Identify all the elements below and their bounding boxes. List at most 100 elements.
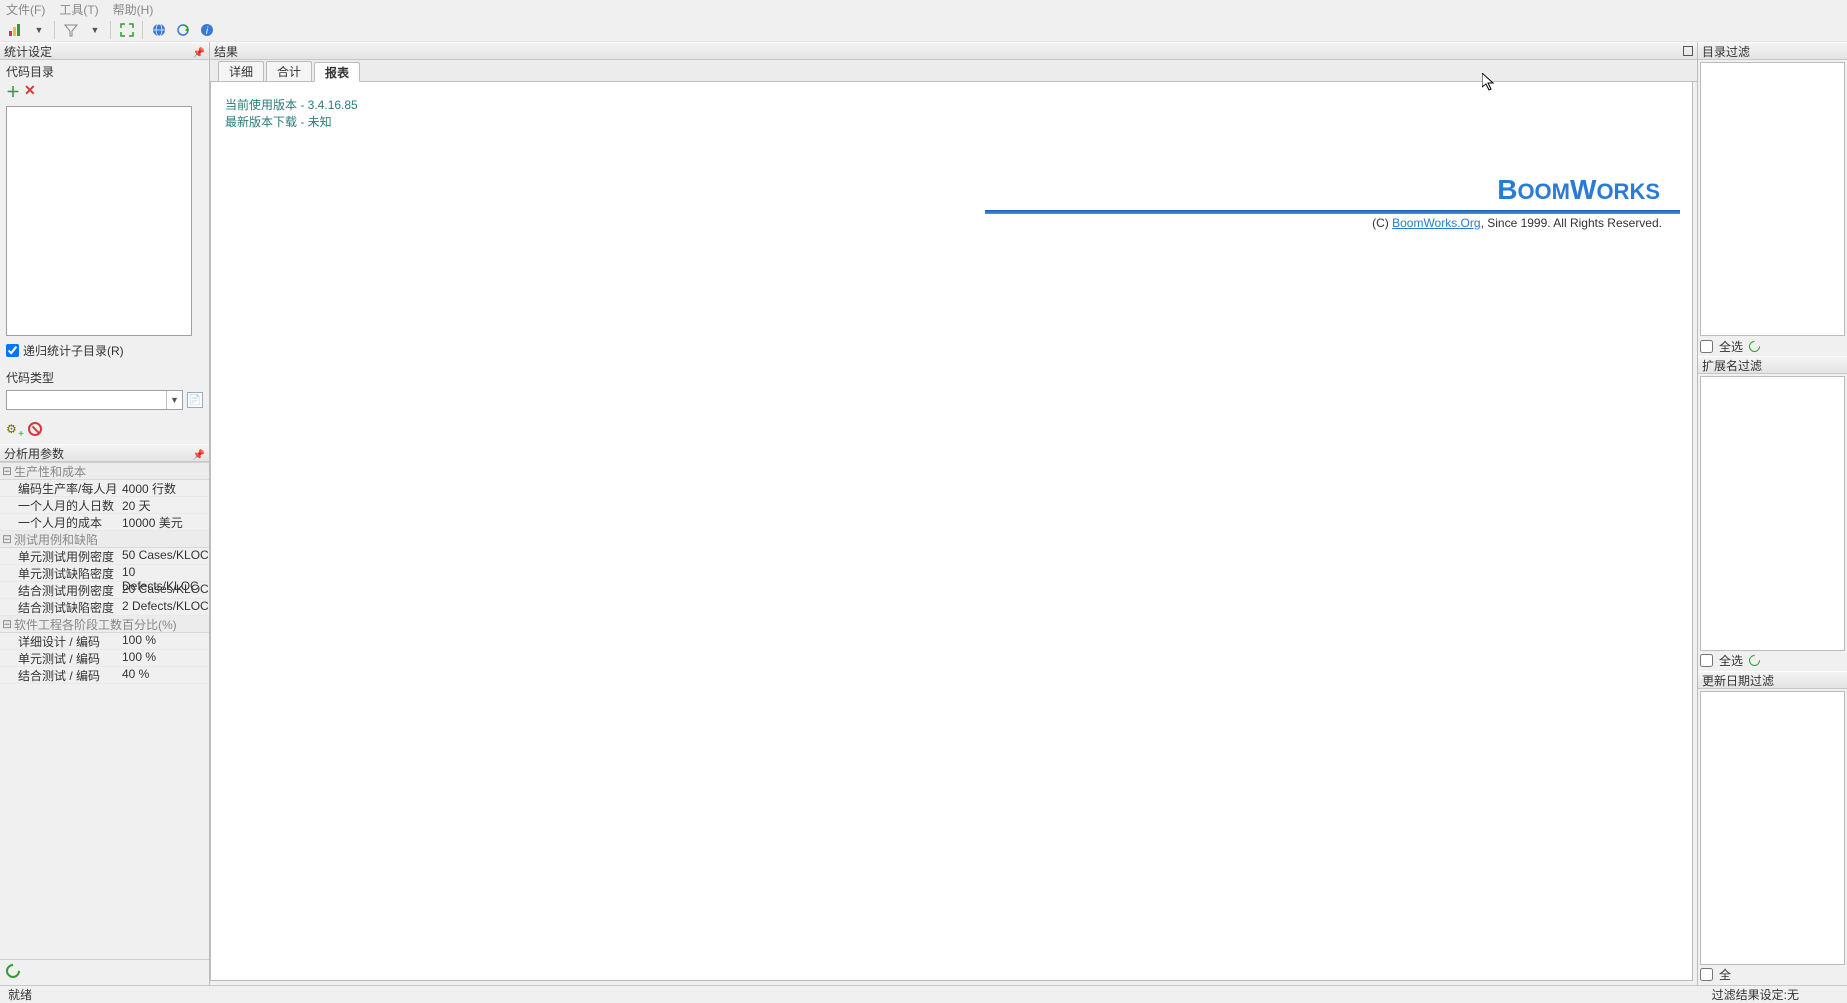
ext-filter-select-all-label: 全选 <box>1719 652 1743 669</box>
menu-bar: 文件(F) 工具(T) 帮助(H) <box>0 0 1847 18</box>
param-row[interactable]: 结合测试用例密度20 Cases/KLOC <box>0 582 209 599</box>
dir-filter-listbox[interactable] <box>1700 62 1845 336</box>
results-tabs: 详细 合计 报表 <box>210 60 1697 82</box>
collapse-icon[interactable]: ⊟ <box>0 617 14 631</box>
param-group-title: 软件工程各阶段工数百分比(%) <box>14 616 177 633</box>
recursive-label: 递归统计子目录(R) <box>23 342 124 359</box>
toolbar-funnel-icon[interactable] <box>60 20 82 40</box>
toolbar-expand-icon[interactable] <box>116 20 138 40</box>
param-row[interactable]: 编码生产率/每人月4000 行数 <box>0 480 209 497</box>
report-content: 当前使用版本 - 3.4.16.85 最新版本下载 - 未知 BOOMWORKS… <box>210 82 1693 981</box>
remove-dir-icon[interactable]: ✕ <box>24 82 36 102</box>
toolbar-chart-icon[interactable] <box>4 20 26 40</box>
pin-icon[interactable]: 📌 <box>193 447 205 465</box>
menu-tools[interactable]: 工具(T) <box>59 1 98 18</box>
date-filter-select-all-checkbox[interactable] <box>1700 968 1713 981</box>
param-row[interactable]: 单元测试用例密度50 Cases/KLOC <box>0 548 209 565</box>
analysis-params-label: 分析用参数 <box>4 447 64 461</box>
param-value: 4000 行数 <box>118 480 209 496</box>
param-row[interactable]: 结合测试缺陷密度2 Defects/KLOC <box>0 599 209 616</box>
param-row[interactable]: 单元测试缺陷密度10 Defects/KLOC <box>0 565 209 582</box>
boomworks-logo: BOOMWORKS <box>1497 179 1660 204</box>
add-dir-icon[interactable]: ＋ <box>6 82 20 102</box>
param-group-header[interactable]: ⊟软件工程各阶段工数百分比(%) <box>0 616 209 633</box>
menu-help[interactable]: 帮助(H) <box>113 1 154 18</box>
toolbar-dropdown-icon[interactable]: ▼ <box>28 20 50 40</box>
panel-title-analysis: 分析用参数 📌 <box>0 444 209 462</box>
param-row[interactable]: 一个人月的成本10000 美元 <box>0 514 209 531</box>
panel-title-stat-settings: 统计设定 📌 <box>0 42 209 60</box>
add-type-icon[interactable]: ⚙+ <box>6 422 22 438</box>
param-row[interactable]: 单元测试 / 编码100 % <box>0 650 209 667</box>
forbid-icon[interactable] <box>28 422 42 436</box>
menu-file[interactable]: 文件(F) <box>6 1 45 18</box>
code-dir-label: 代码目录 <box>6 64 203 80</box>
tab-detail[interactable]: 详细 <box>218 61 264 81</box>
param-key: 单元测试 / 编码 <box>0 650 118 666</box>
ext-filter-listbox[interactable] <box>1700 376 1845 650</box>
param-row[interactable]: 结合测试 / 编码40 % <box>0 667 209 684</box>
status-ready: 就绪 <box>8 986 32 1003</box>
param-group-header[interactable]: ⊟生产性和成本 <box>0 463 209 480</box>
param-group-header[interactable]: ⊟测试用例和缺陷 <box>0 531 209 548</box>
dir-filter-select-all-checkbox[interactable] <box>1700 340 1713 353</box>
stat-settings-label: 统计设定 <box>4 45 52 59</box>
param-key: 一个人月的成本 <box>0 514 118 530</box>
dir-filter-label: 目录过滤 <box>1702 45 1750 59</box>
tab-report[interactable]: 报表 <box>314 62 360 82</box>
refresh-params-icon[interactable] <box>3 961 23 981</box>
param-group-title: 生产性和成本 <box>14 463 86 480</box>
dir-filter-refresh-icon[interactable] <box>1747 339 1763 355</box>
recursive-checkbox[interactable] <box>6 344 19 357</box>
param-key: 单元测试用例密度 <box>0 548 118 564</box>
date-filter-listbox[interactable] <box>1700 691 1845 965</box>
panel-title-ext-filter: 扩展名过滤 <box>1698 356 1847 374</box>
maximize-icon[interactable] <box>1683 46 1693 56</box>
param-value: 100 % <box>118 650 209 666</box>
copyright-line: (C) BoomWorks.Org, Since 1999. All Right… <box>225 216 1662 230</box>
param-value: 40 % <box>118 667 209 683</box>
param-value: 10 Defects/KLOC <box>118 565 209 581</box>
param-key: 结合测试用例密度 <box>0 582 118 598</box>
code-dir-listbox[interactable] <box>6 106 192 336</box>
ext-filter-refresh-icon[interactable] <box>1747 653 1763 669</box>
param-key: 单元测试缺陷密度 <box>0 565 118 581</box>
toolbar-info-icon[interactable]: i <box>196 20 218 40</box>
toolbar-refresh-globe-icon[interactable] <box>172 20 194 40</box>
status-bar: 就绪 过滤结果设定:无 <box>0 985 1847 1003</box>
collapse-icon[interactable]: ⊟ <box>0 464 14 478</box>
panel-title-dir-filter: 目录过滤 <box>1698 42 1847 60</box>
results-label: 结果 <box>214 45 238 59</box>
chevron-down-icon: ▼ <box>166 391 182 409</box>
panel-title-date-filter: 更新日期过滤 <box>1698 671 1847 689</box>
param-key: 结合测试缺陷密度 <box>0 599 118 615</box>
recursive-checkbox-row[interactable]: 递归统计子目录(R) <box>6 342 203 359</box>
doc-icon[interactable]: 📄 <box>187 392 203 408</box>
toolbar-dropdown2-icon[interactable]: ▼ <box>84 20 106 40</box>
param-row[interactable]: 详细设计 / 编码100 % <box>0 633 209 650</box>
param-group-title: 测试用例和缺陷 <box>14 531 98 548</box>
param-row[interactable]: 一个人月的人日数20 天 <box>0 497 209 514</box>
param-key: 编码生产率/每人月 <box>0 480 118 496</box>
param-value: 100 % <box>118 633 209 649</box>
boomworks-link[interactable]: BoomWorks.Org <box>1392 216 1480 230</box>
latest-version-line: 最新版本下载 - 未知 <box>225 113 1680 130</box>
param-key: 一个人月的人日数 <box>0 497 118 513</box>
toolbar: ▼ ▼ i <box>0 18 1847 42</box>
code-type-combo[interactable]: ▼ <box>6 390 183 410</box>
panel-title-results: 结果 <box>210 42 1697 60</box>
toolbar-globe-icon[interactable] <box>148 20 170 40</box>
pin-icon[interactable]: 📌 <box>193 45 205 63</box>
param-key: 详细设计 / 编码 <box>0 633 118 649</box>
param-value: 20 Cases/KLOC <box>118 582 209 598</box>
logo-rule <box>985 210 1680 214</box>
param-key: 结合测试 / 编码 <box>0 667 118 683</box>
current-version-line: 当前使用版本 - 3.4.16.85 <box>225 96 1680 113</box>
collapse-icon[interactable]: ⊟ <box>0 532 14 546</box>
status-filter: 过滤结果设定:无 <box>1712 986 1799 1003</box>
ext-filter-select-all-checkbox[interactable] <box>1700 654 1713 667</box>
analysis-params-table: ⊟生产性和成本编码生产率/每人月4000 行数一个人月的人日数20 天一个人月的… <box>0 462 209 684</box>
code-type-label: 代码类型 <box>6 369 203 386</box>
tab-total[interactable]: 合计 <box>266 61 312 81</box>
param-value: 10000 美元 <box>118 514 209 530</box>
